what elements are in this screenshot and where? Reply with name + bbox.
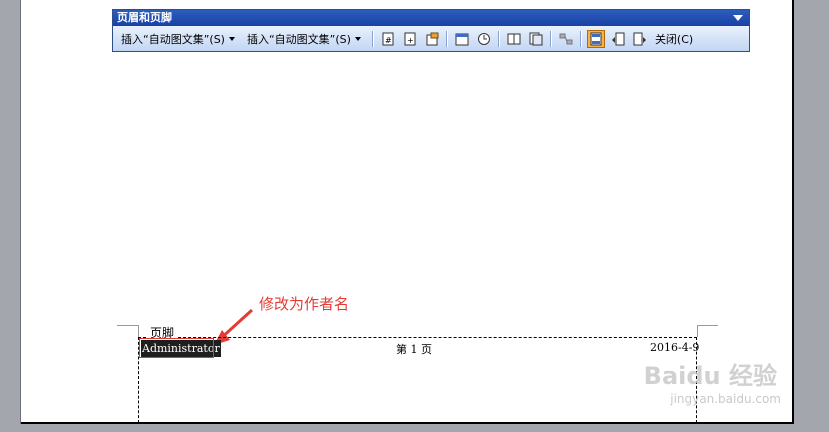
toolbar-buttons-row: 插入“自动图文集”(S) 插入“自动图文集”(S) # + 关闭(C)	[113, 26, 749, 51]
insert-page-count-button[interactable]: +	[401, 30, 419, 48]
svg-text:#: #	[385, 36, 392, 45]
toolbar-separator	[371, 30, 374, 47]
close-button[interactable]: 关闭(C)	[651, 29, 697, 49]
insert-date-button[interactable]	[453, 30, 471, 48]
toolbar-separator	[497, 30, 500, 47]
show-hide-document-text-button[interactable]	[527, 30, 545, 48]
margin-corner-mark	[697, 325, 698, 337]
insert-page-number-button[interactable]: #	[379, 30, 397, 48]
margin-corner-mark	[138, 325, 139, 337]
format-page-number-icon	[426, 32, 439, 45]
baidu-watermark-logo: Baidu 经验	[643, 362, 777, 390]
show-previous-button[interactable]	[609, 30, 627, 48]
date-field[interactable]: 2016-4-9	[650, 341, 699, 354]
svg-text:+: +	[407, 36, 414, 45]
insert-autotext-label-2: 插入“自动图文集”(S)	[246, 32, 351, 46]
margin-corner-mark	[697, 325, 718, 326]
page-setup-button[interactable]	[505, 30, 523, 48]
document-text-icon	[529, 32, 543, 45]
insert-autotext-label-1: 插入“自动图文集”(S)	[121, 32, 225, 46]
insert-autotext-menu-2[interactable]: 插入“自动图文集”(S)	[243, 29, 365, 49]
chevron-down-icon	[354, 36, 361, 41]
show-next-button[interactable]	[631, 30, 649, 48]
author-highlight-box	[139, 338, 214, 358]
chevron-down-icon	[228, 36, 235, 41]
margin-corner-mark	[117, 325, 138, 326]
insert-time-button[interactable]	[475, 30, 493, 48]
page-number-icon: #	[382, 32, 394, 45]
header-footer-toolbar: 页眉和页脚 插入“自动图文集”(S) 插入“自动图文集”(S) # + 关闭(C…	[112, 9, 750, 52]
link-to-previous-icon	[559, 33, 573, 44]
toolbar-title-bar[interactable]: 页眉和页脚	[113, 10, 749, 26]
page-setup-icon	[507, 33, 521, 44]
show-previous-icon	[611, 32, 625, 45]
format-page-number-button[interactable]	[423, 30, 441, 48]
annotation-text: 修改为作者名	[259, 295, 350, 313]
show-next-icon	[633, 32, 646, 45]
switch-header-footer-button[interactable]	[586, 29, 605, 48]
toolbar-separator	[445, 30, 448, 47]
link-to-previous-button[interactable]	[557, 30, 575, 48]
clock-icon	[477, 32, 490, 45]
baidu-watermark-url: jingyan.baidu.com	[670, 392, 781, 406]
close-label: 关闭(C)	[654, 32, 694, 46]
page-number-field[interactable]: 第 1 页	[396, 341, 432, 357]
calendar-icon	[455, 33, 469, 45]
toolbar-separator	[579, 30, 582, 47]
toolbar-title: 页眉和页脚	[117, 11, 172, 24]
switch-header-footer-icon	[590, 32, 602, 45]
page-count-icon: +	[404, 32, 416, 45]
toolbar-separator	[549, 30, 552, 47]
toolbar-options-dropdown-icon[interactable]	[733, 15, 743, 21]
insert-autotext-menu-1[interactable]: 插入“自动图文集”(S)	[117, 29, 239, 49]
